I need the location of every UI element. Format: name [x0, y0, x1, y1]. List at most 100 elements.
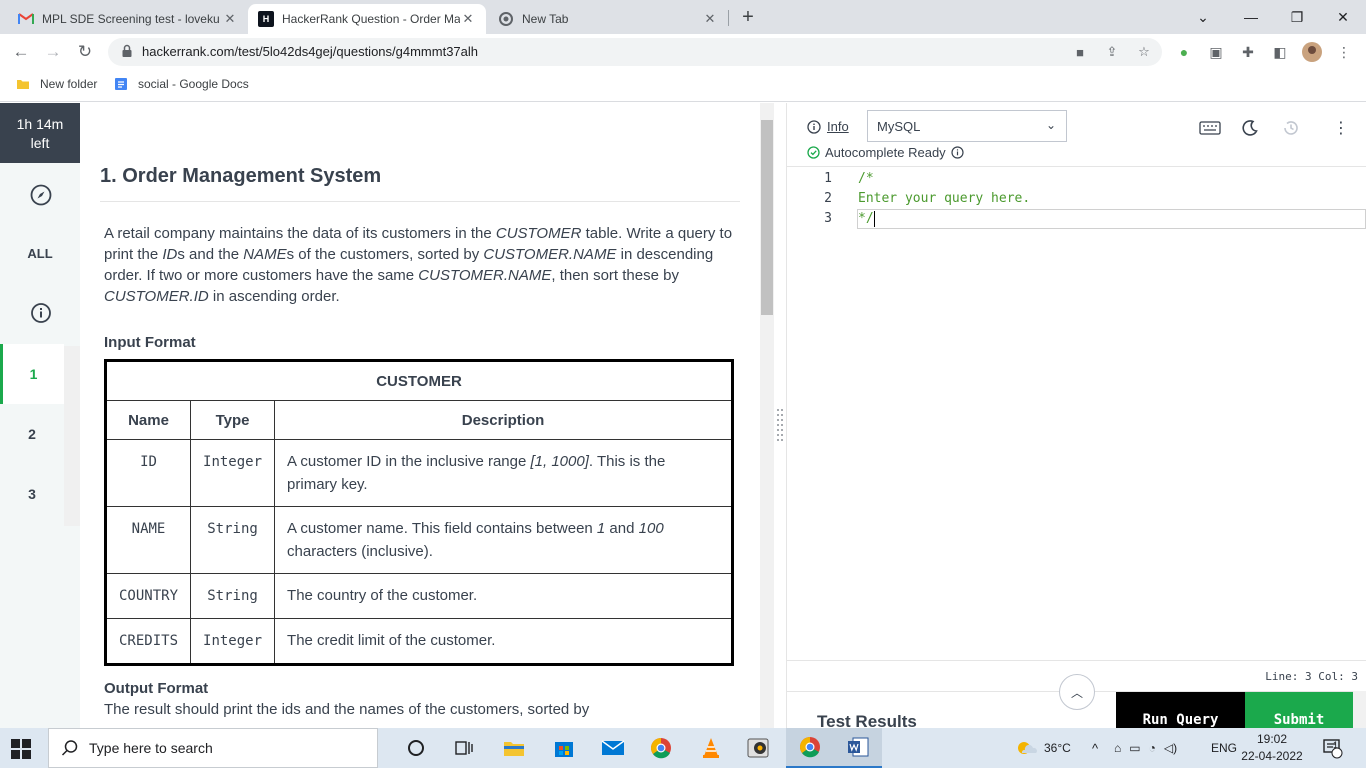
tab-hackerrank[interactable]: H HackerRank Question - Order Ma ✕ — [248, 4, 486, 34]
volume-icon[interactable]: ◁) — [1164, 741, 1177, 755]
chrome-active-window[interactable] — [786, 728, 834, 768]
file-explorer-icon[interactable] — [490, 728, 538, 768]
field-name: ID — [104, 439, 192, 507]
divider — [100, 201, 740, 202]
emphasis-text: CUSTOMER — [495, 225, 582, 242]
code-line[interactable]: 1 /* — [787, 169, 1366, 189]
info-icon[interactable] — [30, 302, 52, 324]
gmail-icon — [18, 11, 34, 27]
close-icon[interactable]: ✕ — [222, 11, 238, 27]
window-close-icon[interactable]: ✕ — [1320, 0, 1366, 34]
notifications-button[interactable]: 1 — [1322, 728, 1344, 768]
question-2[interactable]: 2 — [0, 404, 64, 464]
tray-chevron-icon[interactable]: ^ — [1092, 728, 1098, 768]
close-icon[interactable]: ✕ — [460, 11, 476, 27]
extension-icon[interactable]: ● — [1174, 42, 1194, 62]
extension-icon[interactable]: ▣ — [1206, 42, 1226, 62]
weather-widget[interactable]: 36°C — [1014, 728, 1071, 768]
info-icon[interactable] — [951, 146, 964, 159]
onedrive-icon[interactable]: ⌂ — [1114, 741, 1121, 755]
notification-count: 1 — [1333, 740, 1339, 750]
language-value: MySQL — [877, 119, 921, 134]
tab-search-icon[interactable]: ⌄ — [1180, 0, 1226, 34]
folder-icon — [17, 80, 29, 89]
url-text: hackerrank.com/test/5lo42ds4gej/question… — [142, 44, 479, 59]
word-window[interactable] — [834, 728, 882, 768]
more-options-icon[interactable]: ⋮ — [1330, 117, 1352, 139]
emphasis-text: NAME — [243, 246, 287, 263]
back-icon[interactable]: ← — [8, 39, 34, 65]
avatar[interactable] — [1302, 42, 1322, 62]
address-bar[interactable]: hackerrank.com/test/5lo42ds4gej/question… — [108, 38, 1162, 66]
question-3[interactable]: 3 — [0, 464, 64, 524]
all-questions-link[interactable]: ALL — [0, 246, 80, 261]
minimize-icon[interactable]: — — [1228, 0, 1274, 34]
results-scrollbar[interactable] — [1353, 691, 1366, 728]
tab-new-tab[interactable]: New Tab ✕ — [488, 4, 728, 34]
reload-icon[interactable]: ↻ — [72, 39, 98, 65]
chevron-up-icon: ︿ — [1070, 685, 1083, 700]
column-header: Name — [104, 400, 192, 440]
question-1[interactable]: 1 — [0, 344, 64, 404]
media-app-icon[interactable] — [735, 728, 783, 768]
submit-button[interactable]: Submit — [1245, 692, 1353, 729]
chrome-icon[interactable] — [637, 728, 685, 768]
browser-tab-strip: MPL SDE Screening test - loveku ✕ H Hack… — [0, 0, 1366, 34]
search-icon — [61, 740, 78, 756]
close-icon[interactable]: ✕ — [702, 11, 718, 27]
info-link[interactable]: Info — [807, 119, 849, 134]
forward-icon[interactable]: → — [40, 39, 66, 65]
wifi-icon[interactable]: ◔ — [1149, 741, 1156, 755]
bookmark-star-icon[interactable]: ☆ — [1136, 44, 1152, 60]
share-icon[interactable]: ⇪ — [1104, 44, 1120, 60]
camera-icon[interactable]: ■ — [1072, 44, 1088, 60]
table-row: COUNTRY String The country of the customer… — [104, 573, 733, 619]
tab-gmail[interactable]: MPL SDE Screening test - loveku ✕ — [8, 4, 248, 34]
history-icon[interactable] — [1280, 117, 1302, 139]
check-circle-icon — [807, 146, 820, 159]
code-line[interactable]: 2 Enter your query here. — [787, 189, 1366, 209]
restore-icon[interactable]: ❐ — [1274, 0, 1320, 34]
chrome-icon — [800, 737, 820, 758]
field-description: The country of the customer. — [274, 573, 733, 619]
text-run: characters (inclusive). — [287, 543, 433, 560]
system-clock[interactable]: 19:02 22-04-2022 — [1240, 731, 1304, 765]
cortana-icon[interactable] — [392, 728, 440, 768]
mail-icon[interactable] — [589, 728, 637, 768]
text-run: The credit limit of the customer. — [287, 632, 496, 649]
menu-kebab-icon[interactable]: ⋮ — [1334, 42, 1354, 62]
compass-icon[interactable] — [30, 184, 52, 206]
language-select[interactable]: MySQL ⌄ — [867, 110, 1067, 142]
expand-results-button[interactable]: ︿ — [1059, 674, 1095, 710]
scrollbar-thumb[interactable] — [761, 120, 773, 315]
field-name: CREDITS — [104, 618, 192, 665]
input-language[interactable]: ENG — [1211, 728, 1237, 768]
code-line[interactable]: 3 */ — [787, 209, 1366, 229]
line-number: 1 — [824, 171, 832, 186]
drag-handle-icon[interactable] — [776, 408, 784, 444]
side-panel-icon[interactable]: ◧ — [1270, 42, 1290, 62]
run-query-button[interactable]: Run Query — [1116, 692, 1245, 729]
tab-title: HackerRank Question - Order Ma — [282, 12, 460, 26]
windows-start-icon[interactable] — [10, 738, 32, 760]
field-description: The credit limit of the customer. — [274, 618, 733, 665]
new-tab-button[interactable]: + — [736, 6, 760, 30]
bookmarks-bar: New folder social - Google Docs — [0, 70, 1366, 102]
keyboard-icon[interactable] — [1199, 117, 1221, 139]
bookmark-new-folder[interactable]: New folder — [16, 77, 97, 91]
rail-scrollbar[interactable] — [64, 346, 80, 526]
dark-mode-icon[interactable] — [1239, 117, 1261, 139]
code-text: /* — [858, 171, 874, 186]
task-view-icon[interactable] — [440, 728, 488, 768]
clock-time: 19:02 — [1256, 732, 1288, 746]
text-run: A customer ID in the inclusive range — [287, 453, 531, 470]
microsoft-store-icon[interactable] — [540, 728, 588, 768]
battery-icon[interactable]: ▭ — [1129, 741, 1140, 755]
tab-title: New Tab — [522, 12, 569, 26]
bookmark-social-docs[interactable]: social - Google Docs — [114, 77, 249, 91]
taskbar-search[interactable]: Type here to search — [48, 728, 378, 768]
puzzle-icon[interactable]: ✚ — [1238, 42, 1258, 62]
weather-sun-icon — [1018, 742, 1037, 754]
text-run: A retail company maintains the data of i… — [104, 225, 496, 242]
vlc-icon[interactable] — [687, 728, 735, 768]
